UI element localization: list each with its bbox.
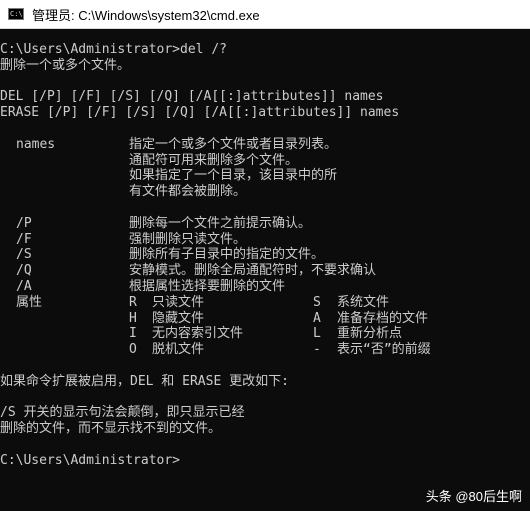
- console-line-s-switch: /S 开关的显示句法会颠倒，即只显示已经: [0, 405, 245, 421]
- param-names-row: 有文件都会被删除。: [0, 184, 530, 200]
- param-names-row: 如果指定了一个目录，该目录中的所: [0, 168, 530, 184]
- attribute-desc: 只读文件: [152, 294, 205, 310]
- console-line-usage-erase: ERASE [/P] [/F] [/S] [/Q] [/A[[:]attribu…: [0, 105, 400, 121]
- window-title: 管理员: C:\Windows\system32\cmd.exe: [32, 7, 260, 23]
- cmd-window: C:\ 管理员: C:\Windows\system32\cmd.exe C:\…: [0, 0, 530, 511]
- attribute-key: A: [313, 310, 321, 326]
- attribute-key: R: [129, 294, 137, 310]
- console-output[interactable]: C:\Users\Administrator>del /? 删除一个或多个文件。…: [0, 29, 530, 511]
- param-names-desc: 如果指定了一个目录，该目录中的所: [129, 168, 338, 184]
- attribute-desc: 隐藏文件: [152, 310, 205, 326]
- option-row: /Q 安静模式。删除全局通配符时，不要求确认: [0, 263, 530, 279]
- option-row: /A 根据属性选择要删除的文件: [0, 279, 530, 295]
- attribute-key: O: [129, 342, 137, 358]
- attribute-key: H: [129, 310, 137, 326]
- option-row: /F 强制删除只读文件。: [0, 232, 530, 248]
- option-flag: /A: [16, 278, 32, 294]
- attribute-desc: 脱机文件: [152, 342, 205, 358]
- attribute-desc: 重新分析点: [337, 326, 403, 342]
- param-names-desc: 通配符可用来删除多个文件。: [129, 152, 299, 168]
- attribute-key: L: [313, 326, 321, 342]
- attribute-desc: 表示“否”的前缀: [337, 342, 431, 358]
- param-names-row: 通配符可用来删除多个文件。: [0, 153, 530, 169]
- option-desc: 删除所有子目录中的指定的文件。: [129, 247, 325, 263]
- cmd-window-icon[interactable]: C:\: [8, 8, 24, 20]
- attribute-key: S: [313, 294, 321, 310]
- attribute-key: I: [129, 326, 137, 342]
- option-desc: 强制删除只读文件。: [129, 231, 247, 247]
- option-flag: /Q: [16, 263, 32, 279]
- attribute-desc: 无内容索引文件: [152, 326, 244, 342]
- console-line-prompt: C:\Users\Administrator>: [0, 452, 181, 468]
- watermark: 头条 @80后生啊: [426, 486, 522, 505]
- attribute-row: I 无内容索引文件 L 重新分析点: [0, 326, 530, 342]
- param-names-row: names 指定一个或多个文件或者目录列表。: [0, 137, 530, 153]
- param-names-desc: 有文件都会被删除。: [129, 184, 247, 200]
- attribute-desc: 系统文件: [337, 294, 390, 310]
- option-desc: 根据属性选择要删除的文件: [129, 278, 286, 294]
- console-line-description: 删除一个或多个文件。: [0, 57, 131, 73]
- attribute-row: 属性 R 只读文件 S 系统文件: [0, 295, 530, 311]
- console-line-prompt: C:\Users\Administrator>del /?: [0, 42, 227, 57]
- attribute-row: O 脱机文件 - 表示“否”的前缀: [0, 342, 530, 358]
- attribute-label: 属性: [16, 294, 43, 310]
- console-line-usage-del: DEL [/P] [/F] [/S] [/Q] [/A[[:]attribute…: [0, 89, 384, 105]
- watermark-text: 头条 @80后生啊: [425, 489, 522, 504]
- attribute-key: -: [313, 342, 321, 358]
- option-row: /S 删除所有子目录中的指定的文件。: [0, 247, 530, 263]
- title-bar[interactable]: C:\ 管理员: C:\Windows\system32\cmd.exe: [0, 0, 530, 29]
- option-flag: /P: [16, 215, 32, 231]
- option-desc: 安静模式。删除全局通配符时，不要求确认: [129, 263, 377, 279]
- console-line-extensions: 如果命令扩展被启用，DEL 和 ERASE 更改如下:: [0, 373, 289, 389]
- option-flag: /S: [16, 247, 32, 263]
- param-names-desc: 指定一个或多个文件或者目录列表。: [129, 136, 338, 152]
- param-names-label: names: [16, 136, 56, 152]
- attribute-row: H 隐藏文件 A 准备存档的文件: [0, 311, 530, 327]
- attribute-desc: 准备存档的文件: [337, 310, 429, 326]
- option-desc: 删除每一个文件之前提示确认。: [129, 215, 312, 231]
- console-line-s-switch: 删除的文件，而不显示找不到的文件。: [0, 421, 222, 437]
- option-flag: /F: [16, 231, 32, 247]
- option-row: /P 删除每一个文件之前提示确认。: [0, 216, 530, 232]
